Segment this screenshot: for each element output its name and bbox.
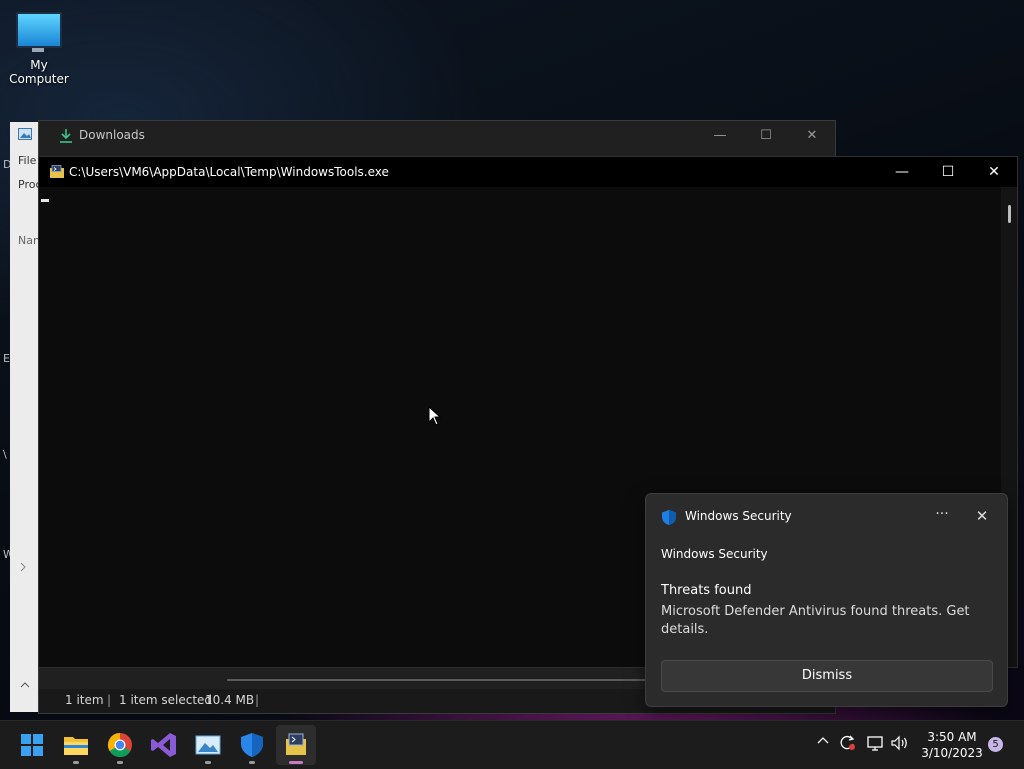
file-explorer-icon xyxy=(64,737,88,755)
horizontal-scrollbar[interactable] xyxy=(227,679,647,681)
sync-icon xyxy=(840,735,855,750)
status-separator: | xyxy=(255,693,260,707)
console-titlebar[interactable]: C:\Users\VM6\AppData\Local\Temp\WindowsT… xyxy=(39,157,1017,187)
sync-tray-button[interactable] xyxy=(838,734,858,756)
notification-body[interactable]: Microsoft Defender Antivirus found threa… xyxy=(661,603,981,639)
running-indicator xyxy=(73,761,79,764)
edge-text: E xyxy=(3,352,10,365)
desktop-icon-my-computer[interactable]: My Computer xyxy=(0,8,78,86)
running-indicator xyxy=(205,761,211,764)
dismiss-button[interactable]: Dismiss xyxy=(661,660,993,692)
taskbar: 3:50 AM 3/10/2023 5 xyxy=(0,720,1024,769)
status-selected: 1 item selected xyxy=(119,693,213,707)
desktop-icon-label: My Computer xyxy=(9,58,69,86)
notification-app-name: Windows Security xyxy=(685,509,792,523)
shield-icon xyxy=(662,510,676,525)
windows-tools-icon xyxy=(50,165,64,178)
photos-icon xyxy=(18,128,32,140)
status-separator: | xyxy=(107,693,112,707)
notification-badge[interactable]: 5 xyxy=(988,737,1003,752)
windows-security-icon xyxy=(241,733,263,757)
clock[interactable]: 3:50 AM 3/10/2023 xyxy=(918,729,986,761)
chrome-icon xyxy=(107,733,132,758)
show-hidden-icons-button[interactable] xyxy=(816,733,830,751)
edge-text: \ xyxy=(3,448,7,461)
minimize-button[interactable]: — xyxy=(697,121,743,151)
start-button[interactable] xyxy=(12,725,52,765)
column-name[interactable]: Nan xyxy=(18,234,40,247)
clock-date: 3/10/2023 xyxy=(921,746,983,760)
clock-time: 3:50 AM xyxy=(927,730,977,744)
downloads-title: Downloads xyxy=(79,128,145,142)
text-cursor xyxy=(41,199,49,202)
computer-icon xyxy=(16,12,62,52)
status-size: 10.4 MB xyxy=(205,693,255,707)
more-options-button[interactable]: ··· xyxy=(932,505,952,525)
running-indicator xyxy=(117,761,123,764)
chevron-up-icon[interactable] xyxy=(20,680,30,690)
notification-heading: Threats found xyxy=(661,583,752,598)
close-button[interactable]: ✕ xyxy=(971,157,1017,187)
close-button[interactable]: ✕ xyxy=(789,121,835,151)
scrollbar-thumb[interactable] xyxy=(1008,205,1011,223)
close-notification-button[interactable]: ✕ xyxy=(972,506,992,526)
tab-processes[interactable]: Proc xyxy=(18,178,40,191)
volume-tray-button[interactable] xyxy=(890,734,910,756)
status-item-count: 1 item xyxy=(65,693,104,707)
maximize-button[interactable]: ☐ xyxy=(743,121,789,151)
menu-file[interactable]: File xyxy=(18,154,36,167)
console-title: C:\Users\VM6\AppData\Local\Temp\WindowsT… xyxy=(69,165,389,179)
photos-icon xyxy=(195,735,221,755)
taskbar-windows-security[interactable] xyxy=(232,725,272,765)
notification-source: Windows Security xyxy=(661,547,768,561)
network-tray-button[interactable] xyxy=(866,734,886,756)
taskbar-visual-studio[interactable] xyxy=(144,725,184,765)
windows-tools-icon xyxy=(286,733,306,755)
chevron-right-icon[interactable] xyxy=(18,562,28,572)
visual-studio-icon xyxy=(151,733,176,757)
chevron-up-icon xyxy=(817,737,829,744)
volume-icon xyxy=(891,735,907,751)
background-window-edge: D E \ W xyxy=(0,122,14,712)
taskbar-file-explorer[interactable] xyxy=(56,725,96,765)
network-icon xyxy=(867,736,883,751)
download-icon xyxy=(60,129,72,143)
taskbar-windows-tools[interactable] xyxy=(276,725,316,765)
active-indicator xyxy=(289,761,303,764)
background-explorer-window[interactable]: Ta File Proc Nan xyxy=(10,122,40,712)
security-notification[interactable]: Windows Security ··· ✕ Windows Security … xyxy=(645,493,1008,707)
minimize-button[interactable]: — xyxy=(879,157,925,187)
maximize-button[interactable]: ☐ xyxy=(925,157,971,187)
mouse-pointer-icon xyxy=(428,406,442,426)
taskbar-chrome[interactable] xyxy=(100,725,140,765)
start-icon xyxy=(21,734,43,756)
taskbar-photos[interactable] xyxy=(188,725,228,765)
running-indicator xyxy=(249,761,255,764)
downloads-titlebar[interactable]: Downloads — ☐ ✕ xyxy=(39,121,835,151)
